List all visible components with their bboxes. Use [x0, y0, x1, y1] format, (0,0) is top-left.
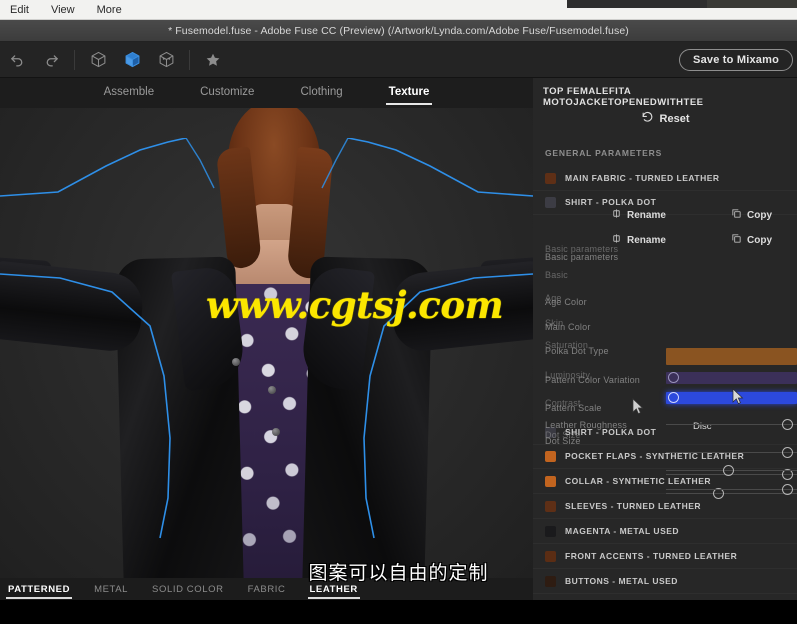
copy-icon — [731, 233, 742, 247]
material-tab-leather[interactable]: LEATHER — [307, 584, 361, 599]
param-label-in-basic-parameters: Basic parameters — [545, 252, 619, 262]
main-toolbar: Save to Mixamo — [0, 42, 797, 78]
param-label-in-pattern-color-variation: Pattern Color Variation — [545, 375, 640, 385]
toolbar-divider-2 — [189, 49, 190, 70]
material-tab-fabric[interactable]: FABRIC — [246, 584, 288, 598]
param-label-in-main-color: Main Color — [545, 322, 591, 332]
tab-customize[interactable]: Customize — [200, 86, 254, 100]
param-label-out-contrast: Contrast — [545, 398, 581, 408]
menu-item-more[interactable]: More — [97, 0, 122, 20]
primary-tab-bar: Assemble Customize Clothing Texture — [0, 78, 533, 108]
material-row[interactable]: COLLAR - SYNTHETIC LEATHER — [533, 469, 797, 494]
material-row[interactable]: MAIN FABRIC - TURNED LEATHER — [533, 166, 797, 191]
material-row[interactable]: SHIRT - POLKA DOT — [533, 190, 797, 215]
material-row-label: SHIRT - POLKA DOT — [565, 427, 657, 437]
param-label-out-luminosity: Luminosity — [545, 370, 591, 380]
material-color-chip — [545, 475, 556, 487]
video-subtitle: 图案可以自由的定制 — [308, 562, 489, 584]
material-row[interactable]: SLEEVES - TURNED LEATHER — [533, 494, 797, 519]
site-watermark: www.cgtsj.com — [206, 283, 504, 327]
tab-clothing[interactable]: Clothing — [300, 86, 342, 100]
copy-button[interactable]: Copy — [731, 233, 772, 247]
material-tab-patterned[interactable]: PATTERNED — [6, 584, 73, 599]
general-parameters-header: GENERAL PARAMETERS — [545, 148, 663, 158]
save-to-mixamo-button[interactable]: Save to Mixamo — [679, 49, 793, 71]
material-row-label: MAGENTA - METAL USED — [565, 526, 680, 536]
param-label-in-pattern-scale: Pattern Scale — [545, 403, 602, 413]
material-row-label: POCKET FLAPS - SYNTHETIC LEATHER — [565, 451, 745, 461]
material-row[interactable]: SHIRT - POLKA DOT — [533, 420, 797, 445]
material-row[interactable]: MAGENTA - METAL USED — [533, 519, 797, 544]
tab-assemble[interactable]: Assemble — [104, 86, 155, 100]
material-color-chip — [545, 500, 556, 512]
material-tab-solid-color[interactable]: SOLID COLOR — [150, 584, 226, 598]
3d-viewport[interactable] — [0, 108, 533, 578]
material-color-chip — [545, 426, 556, 438]
jacket-button-1 — [232, 358, 240, 366]
material-tab-metal[interactable]: METAL — [92, 584, 130, 598]
cube-solid-icon[interactable] — [115, 42, 149, 78]
window-title: * Fusemodel.fuse - Adobe Fuse CC (Previe… — [168, 24, 629, 37]
fuse-application-window: Edit View More * Fusemodel.fuse - Adobe … — [0, 0, 797, 624]
reset-arrow-icon — [641, 111, 654, 127]
os-menu-bar: Edit View More — [0, 0, 797, 20]
reset-button[interactable]: Reset — [533, 111, 797, 127]
undo-arrow-icon[interactable] — [0, 42, 34, 78]
menu-item-view[interactable]: View — [51, 0, 75, 20]
param-label-out-basic-parameters: Basic parameters — [545, 244, 619, 254]
material-row-label: COLLAR - SYNTHETIC LEATHER — [565, 476, 712, 486]
param-label-out-age: Age — [545, 293, 562, 303]
material-color-chip — [545, 172, 556, 184]
properties-panel: TOP FEMALEFITA MOTOJACKETOPENEDWITHTEE R… — [533, 78, 797, 624]
cube-wireframe-icon[interactable] — [81, 42, 115, 78]
properties-panel-title: TOP FEMALEFITA MOTOJACKETOPENEDWITHTEE — [543, 86, 704, 108]
material-color-chip — [545, 196, 556, 208]
menu-item-edit[interactable]: Edit — [10, 0, 29, 20]
redo-arrow-icon[interactable] — [34, 42, 68, 78]
main-color-swatch-bar[interactable] — [666, 348, 797, 365]
rename-button[interactable]: Rename — [611, 233, 666, 247]
mouse-cursor-secondary — [632, 398, 644, 415]
cube-textured-icon[interactable] — [149, 42, 183, 78]
material-row-label: SHIRT - POLKA DOT — [565, 197, 657, 207]
param-label-in-age-color: Age Color — [545, 297, 587, 307]
material-color-chip — [545, 450, 556, 462]
param-label-in-polka-dot-type: Polka Dot Type — [545, 346, 609, 356]
param-label-out-skin: Skin — [545, 318, 564, 328]
toolbar-divider-1 — [74, 49, 75, 70]
rename-icon — [611, 233, 622, 247]
param-label-out-basic: Basic — [545, 270, 569, 280]
jacket-button-3 — [272, 428, 280, 436]
age-color-slider[interactable] — [666, 370, 797, 386]
tab-texture[interactable]: Texture — [385, 86, 433, 105]
material-row[interactable]: POCKET FLAPS - SYNTHETIC LEATHER — [533, 444, 797, 469]
material-color-chip — [545, 525, 556, 537]
copy-button-label: Copy — [747, 234, 772, 246]
window-title-bar: * Fusemodel.fuse - Adobe Fuse CC (Previe… — [0, 20, 797, 42]
rename-button-label: Rename — [627, 234, 666, 246]
jacket-button-2 — [268, 386, 276, 394]
letterbox-bottom-bar — [0, 600, 797, 624]
param-label-out-saturation: Saturation — [545, 340, 589, 350]
reset-label: Reset — [659, 113, 690, 125]
material-row-label: SLEEVES - TURNED LEATHER — [565, 501, 702, 511]
viewport-stage: Assemble Customize Clothing Texture PATT… — [0, 78, 533, 624]
menu-bar-far-right-shade — [707, 0, 797, 8]
mouse-cursor-primary — [732, 388, 744, 405]
star-icon[interactable] — [196, 42, 230, 78]
material-row-label: MAIN FABRIC - TURNED LEATHER — [565, 173, 720, 183]
